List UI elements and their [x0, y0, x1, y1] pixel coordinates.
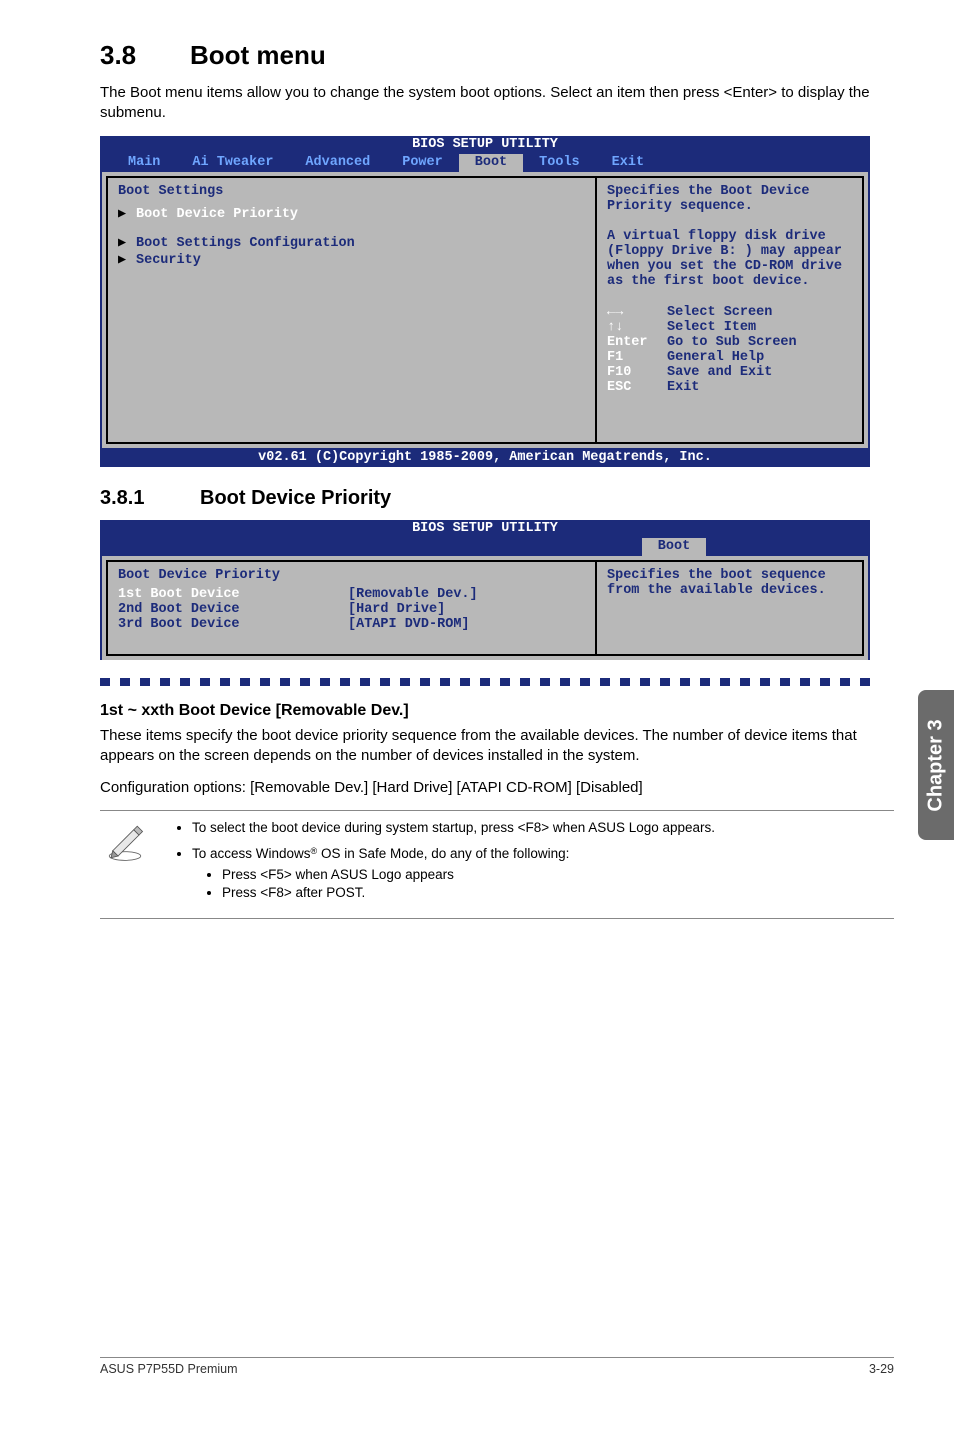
bios-key-f10: F10Save and Exit — [607, 365, 852, 380]
bios-title: BIOS SETUP UTILITY — [112, 136, 858, 154]
bios-tab-boot: Boot — [642, 538, 706, 556]
subsection-heading: 3.8.1Boot Device Priority — [100, 487, 894, 510]
note-content: To select the boot device during system … — [174, 819, 715, 910]
bios-item-boot-device-priority: ▶Boot Device Priority — [118, 205, 585, 222]
option-description: These items specify the boot device prio… — [100, 726, 894, 767]
bios-hint-text: Specifies the Boot Device Priority seque… — [607, 184, 852, 289]
bios-key-select-screen: ←→Select Screen — [607, 305, 852, 320]
section-title: Boot menu — [190, 40, 326, 70]
bios-row-2nd-boot: 2nd Boot Device[Hard Drive] — [118, 602, 585, 617]
footer-page-number: 3-29 — [869, 1362, 894, 1376]
section-heading: 3.8Boot menu — [100, 40, 894, 71]
bios-row-1st-boot: 1st Boot Device[Removable Dev.] — [118, 587, 585, 602]
option-config: Configuration options: [Removable Dev.] … — [100, 778, 894, 798]
note-sub-1: Press <F5> when ASUS Logo appears — [222, 866, 715, 884]
bios-tab-advanced: Advanced — [289, 154, 386, 172]
intro-text: The Boot menu items allow you to change … — [100, 83, 894, 124]
triangle-icon: ▶ — [118, 234, 136, 251]
bios-key-select-item: ↑↓Select Item — [607, 320, 852, 335]
bios-pane-heading: Boot Settings — [118, 184, 585, 199]
bios-screenshot-boot-priority: BIOS SETUP UTILITY Boot Boot Device Prio… — [100, 520, 870, 660]
bios-tab-bar: Main Ai Tweaker Advanced Power Boot Tool… — [112, 154, 858, 172]
note-sub-2: Press <F8> after POST. — [222, 884, 715, 902]
bios-key-esc: ESCExit — [607, 380, 852, 395]
subsection-number: 3.8.1 — [100, 487, 200, 510]
bios-tab-ai-tweaker: Ai Tweaker — [176, 154, 289, 172]
bios-screenshot-boot-menu: BIOS SETUP UTILITY Main Ai Tweaker Advan… — [100, 136, 870, 467]
bios-copyright-footer: v02.61 (C)Copyright 1985-2009, American … — [100, 448, 870, 467]
bios-item-boot-settings-config: ▶Boot Settings Configuration — [118, 234, 585, 251]
bios-tab-tools: Tools — [523, 154, 596, 172]
bios-key-f1: F1General Help — [607, 350, 852, 365]
section-number: 3.8 — [100, 40, 190, 71]
bios-hint-text: Specifies the boot sequence from the ava… — [607, 568, 852, 598]
note-bullet-2: To access Windows® OS in Safe Mode, do a… — [192, 845, 715, 902]
bios-tab-exit: Exit — [596, 154, 660, 172]
bios-tab-power: Power — [386, 154, 459, 172]
bios-pane-heading: Boot Device Priority — [118, 568, 585, 583]
bios-item-security: ▶Security — [118, 251, 585, 268]
bios-right-pane: Specifies the boot sequence from the ava… — [596, 560, 864, 656]
triangle-icon: ▶ — [118, 251, 136, 268]
pencil-note-icon — [104, 819, 174, 910]
bios-right-pane: Specifies the Boot Device Priority seque… — [596, 176, 864, 444]
chapter-side-tab: Chapter 3 — [918, 690, 954, 840]
bios-left-pane: Boot Settings ▶Boot Device Priority ▶Boo… — [106, 176, 596, 444]
subsection-title: Boot Device Priority — [200, 487, 391, 509]
bios-row-3rd-boot: 3rd Boot Device[ATAPI DVD-ROM] — [118, 617, 585, 632]
bios-title: BIOS SETUP UTILITY — [112, 520, 858, 538]
bios-tab-boot: Boot — [459, 154, 523, 172]
bios-left-pane: Boot Device Priority 1st Boot Device[Rem… — [106, 560, 596, 656]
torn-edge-decoration — [100, 678, 870, 686]
footer-product: ASUS P7P55D Premium — [100, 1362, 238, 1376]
note-block: To select the boot device during system … — [100, 810, 894, 919]
option-heading: 1st ~ xxth Boot Device [Removable Dev.] — [100, 702, 894, 720]
bios-key-enter: EnterGo to Sub Screen — [607, 335, 852, 350]
bios-tab-main: Main — [112, 154, 176, 172]
triangle-icon: ▶ — [118, 205, 136, 222]
note-bullet-1: To select the boot device during system … — [192, 819, 715, 837]
page-footer: ASUS P7P55D Premium 3-29 — [100, 1357, 894, 1376]
